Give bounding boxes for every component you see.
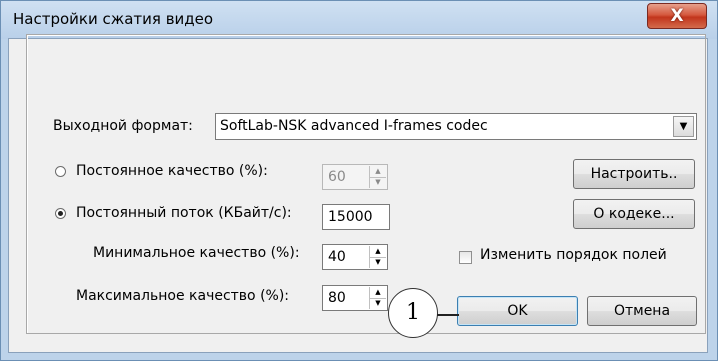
constant-quality-radio[interactable] (55, 166, 66, 177)
close-button[interactable]: X (647, 3, 707, 29)
constant-bitrate-label: Постоянный поток (КБайт/с): (76, 205, 292, 221)
spin-down-icon[interactable]: ▼ (370, 177, 386, 188)
constant-quality-label: Постоянное качество (%): (76, 163, 268, 179)
close-icon: X (670, 6, 684, 26)
about-codec-button[interactable]: О кодеке... (573, 199, 695, 229)
constant-bitrate-radio[interactable] (55, 208, 66, 219)
bitrate-input[interactable]: 15000 (322, 204, 390, 230)
spin-down-icon[interactable]: ▼ (370, 257, 386, 268)
dropdown-arrow-icon[interactable]: ▼ (673, 116, 694, 137)
ok-button[interactable]: OK (457, 296, 578, 326)
min-quality-label: Минимальное качество (%): (93, 245, 300, 261)
max-quality-label: Максимальное качество (%): (76, 288, 290, 304)
callout-leader-line (437, 314, 459, 316)
min-quality-spinner[interactable]: 40 ▲ ▼ (322, 244, 388, 270)
min-quality-value: 40 (328, 249, 346, 265)
window-title: Настройки сжатия видео (13, 10, 214, 28)
configure-button[interactable]: Настроить.. (573, 159, 695, 189)
reorder-fields-label: Изменить порядок полей (480, 247, 667, 263)
callout-number-marker: 1 (388, 288, 438, 338)
bitrate-value: 15000 (328, 209, 373, 225)
output-format-label: Выходной формат: (53, 118, 193, 134)
output-format-select[interactable]: SoftLab-NSK advanced I-frames codec ▼ (215, 113, 697, 140)
reorder-fields-checkbox[interactable] (459, 251, 472, 264)
max-quality-spin-buttons[interactable]: ▲ ▼ (369, 287, 386, 309)
spin-down-icon[interactable]: ▼ (370, 298, 386, 309)
max-quality-value: 80 (328, 290, 346, 306)
constant-quality-spin-buttons[interactable]: ▲ ▼ (369, 166, 386, 188)
min-quality-spin-buttons[interactable]: ▲ ▼ (369, 246, 386, 268)
constant-quality-value: 60 (328, 169, 346, 185)
cancel-button[interactable]: Отмена (587, 296, 697, 326)
radio-selected-dot (58, 211, 63, 216)
constant-quality-spinner[interactable]: 60 ▲ ▼ (322, 164, 388, 190)
output-format-value: SoftLab-NSK advanced I-frames codec (220, 118, 488, 134)
max-quality-spinner[interactable]: 80 ▲ ▼ (322, 285, 388, 311)
